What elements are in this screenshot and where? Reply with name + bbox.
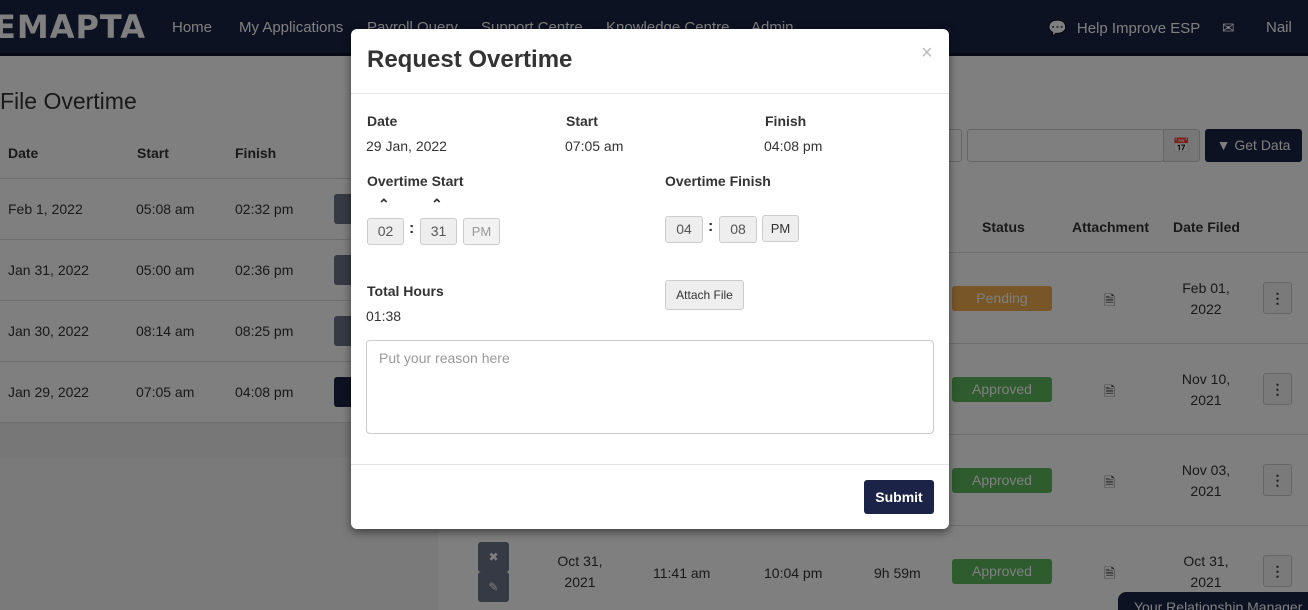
- start-value: 07:05 am: [565, 138, 624, 154]
- total-hours-value: 01:38: [366, 308, 402, 324]
- total-hours-label: Total Hours: [367, 283, 444, 299]
- time-separator: :: [409, 220, 415, 237]
- hour-up-chevron-icon[interactable]: ⌃: [378, 196, 390, 213]
- time-separator: :: [708, 218, 714, 235]
- overtime-finish-minute[interactable]: 08: [719, 216, 757, 243]
- modal-header-divider: [351, 93, 949, 94]
- overtime-start-hour[interactable]: 02: [367, 218, 404, 245]
- reason-textarea[interactable]: [366, 340, 934, 434]
- close-icon[interactable]: ×: [921, 42, 933, 65]
- overtime-finish-hour[interactable]: 04: [665, 216, 703, 243]
- finish-label: Finish: [765, 113, 807, 129]
- overtime-start-minute[interactable]: 31: [420, 218, 457, 245]
- attach-file-button[interactable]: Attach File: [665, 280, 744, 310]
- modal-title: Request Overtime: [367, 46, 573, 73]
- overtime-start-ampm-toggle[interactable]: PM: [463, 218, 500, 245]
- overtime-finish-ampm-toggle[interactable]: PM: [762, 215, 799, 242]
- overtime-start-label: Overtime Start: [367, 173, 464, 189]
- date-value: 29 Jan, 2022: [366, 138, 447, 154]
- date-label: Date: [367, 113, 398, 129]
- minute-up-chevron-icon[interactable]: ⌃: [431, 196, 443, 213]
- modal-footer-divider: [351, 464, 949, 465]
- submit-button[interactable]: Submit: [864, 480, 934, 514]
- overtime-finish-label: Overtime Finish: [665, 173, 771, 189]
- start-label: Start: [566, 113, 598, 129]
- request-overtime-modal: Request Overtime × Date 29 Jan, 2022 Sta…: [351, 29, 949, 529]
- finish-value: 04:08 pm: [764, 138, 823, 154]
